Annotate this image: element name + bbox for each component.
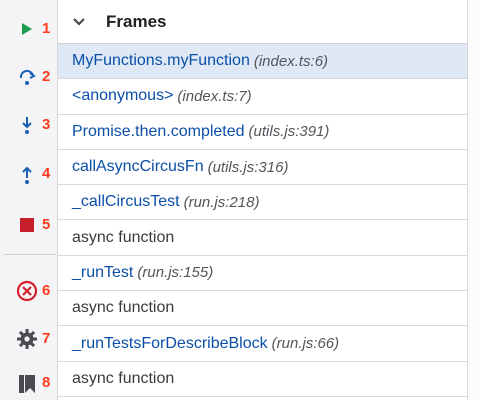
stop-icon — [14, 212, 40, 238]
frame-row[interactable]: _runTest (run.js:155) — [58, 256, 467, 292]
frame-function: <anonymous> — [72, 87, 174, 105]
frame-function: Promise.then.completed — [72, 122, 245, 140]
frame-row[interactable]: callAsyncCircusFn (utils.js:316) — [58, 150, 467, 186]
frame-function: callAsyncCircusFn — [72, 158, 204, 176]
play-icon — [14, 16, 40, 42]
shortcut-number: 7 — [42, 330, 51, 347]
frame-location: (index.ts:7) — [177, 87, 252, 105]
async-separator-label: async function — [72, 369, 175, 387]
bookmark-button[interactable]: 8 — [0, 366, 58, 400]
frame-row-async: async function — [58, 291, 467, 327]
frame-location: (run.js:155) — [137, 264, 214, 282]
shortcut-number: 8 — [42, 374, 51, 391]
step-out-icon — [14, 161, 40, 187]
frame-row[interactable]: MyFunctions.myFunction (index.ts:6) — [58, 44, 467, 80]
frame-location: (run.js:66) — [271, 335, 340, 353]
frame-row[interactable]: Promise.then.completed (utils.js:391) — [58, 115, 467, 150]
frame-function: _runTestsForDescribeBlock — [72, 334, 268, 352]
shortcut-number: 3 — [42, 116, 51, 133]
frame-location: (utils.js:391) — [248, 123, 330, 141]
step-into-icon — [14, 112, 40, 138]
settings-button[interactable]: 7 — [0, 322, 58, 356]
debug-toolbar: 1 2 3 4 5 6 7 8 — [0, 0, 58, 400]
frame-row[interactable]: _runTestsForDescribeBlock (run.js:66) — [58, 326, 467, 362]
circle-x-icon — [14, 278, 40, 304]
async-separator-label: async function — [72, 299, 175, 317]
frame-row[interactable]: <anonymous> (index.ts:7) — [58, 79, 467, 115]
frame-row-async: async function — [58, 362, 467, 397]
frame-row-async: async function — [58, 220, 467, 256]
gear-icon — [14, 326, 40, 352]
shortcut-number: 4 — [42, 165, 51, 182]
bookmark-icon — [14, 370, 40, 396]
frames-header[interactable]: Frames — [58, 0, 467, 44]
chevron-down-icon — [72, 15, 86, 29]
toolbar-divider — [4, 254, 56, 255]
frame-function: _callCircusTest — [72, 193, 180, 211]
resume-button[interactable]: 1 — [0, 12, 58, 46]
frame-location: (index.ts:6) — [253, 52, 329, 70]
step-into-button[interactable]: 3 — [0, 108, 58, 142]
step-over-icon — [14, 64, 40, 90]
frame-function: MyFunctions.myFunction — [72, 52, 250, 70]
frame-location: (run.js:218) — [183, 193, 260, 211]
panel-edge — [468, 0, 480, 400]
step-over-button[interactable]: 2 — [0, 60, 58, 94]
stop-button[interactable]: 5 — [0, 208, 58, 242]
shortcut-number: 1 — [42, 20, 51, 37]
shortcut-number: 6 — [42, 282, 51, 299]
frames-list: MyFunctions.myFunction (index.ts:6) <ano… — [58, 44, 467, 397]
step-out-button[interactable]: 4 — [0, 157, 58, 191]
deactivate-breakpoints-button[interactable]: 6 — [0, 274, 58, 308]
frame-function: _runTest — [72, 263, 134, 281]
async-separator-label: async function — [72, 228, 175, 246]
shortcut-number: 2 — [42, 68, 51, 85]
frame-location: (utils.js:316) — [207, 158, 289, 176]
frame-row[interactable]: _callCircusTest (run.js:218) — [58, 185, 467, 221]
frames-title: Frames — [106, 11, 167, 31]
frames-panel: Frames MyFunctions.myFunction (index.ts:… — [58, 0, 468, 400]
shortcut-number: 5 — [42, 216, 51, 233]
